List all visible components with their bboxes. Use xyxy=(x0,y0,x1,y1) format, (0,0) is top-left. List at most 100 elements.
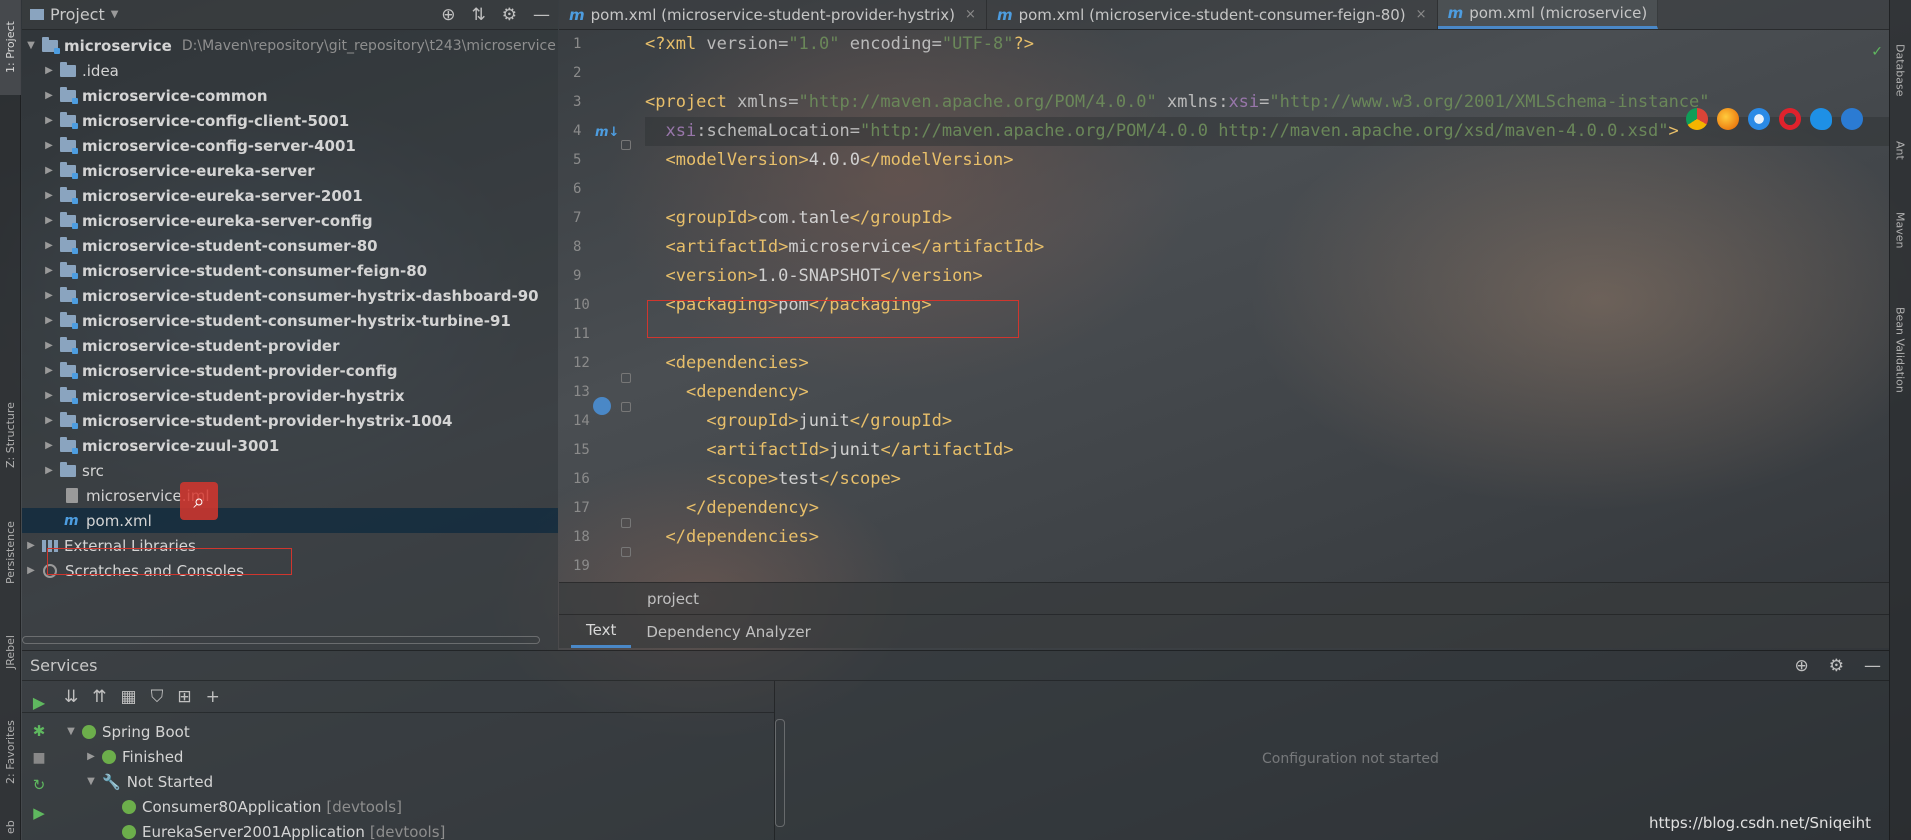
locate-icon[interactable]: ⊕ xyxy=(1795,656,1809,676)
expand-arrow-icon[interactable]: ▶ xyxy=(42,440,56,451)
expand-arrow-icon[interactable]: ▶ xyxy=(42,240,56,251)
tree-item[interactable]: ▶ microservice-student-consumer-hystrix-d… xyxy=(22,283,558,308)
expand-arrow-icon[interactable]: ▶ xyxy=(42,290,56,301)
expand-arrow-icon[interactable]: ▼ xyxy=(64,726,78,737)
expand-arrow-icon[interactable]: ▶ xyxy=(24,540,38,551)
expand-arrow-icon[interactable]: ▼ xyxy=(84,776,98,787)
fold-marker-icon[interactable] xyxy=(621,373,631,383)
fold-marker-icon[interactable] xyxy=(621,547,631,557)
tab-project-tool[interactable]: 1: Project xyxy=(0,0,21,95)
firefox-icon[interactable] xyxy=(1717,108,1739,130)
editor-tab[interactable]: m pom.xml (microservice-student-provider-… xyxy=(559,0,987,29)
tree-item[interactable]: ▶ microservice-eureka-server-config xyxy=(22,208,558,233)
breadcrumb[interactable]: project xyxy=(559,582,1889,614)
breadcrumb-item[interactable]: project xyxy=(647,590,699,608)
tree-item[interactable]: ▶ microservice-config-client-5001 xyxy=(22,108,558,133)
tree-item[interactable]: ▶ microservice-student-provider xyxy=(22,333,558,358)
tab-text[interactable]: Text xyxy=(571,615,632,648)
expand-arrow-icon[interactable]: ▼ xyxy=(24,40,38,51)
tab-structure-tool[interactable]: Z: Structure xyxy=(0,385,21,485)
tree-item[interactable]: ▶ microservice-common xyxy=(22,83,558,108)
expand-arrow-icon[interactable]: ▶ xyxy=(42,390,56,401)
tree-item[interactable]: ▶ microservice-eureka-server xyxy=(22,158,558,183)
tree-item[interactable]: ▶ microservice-eureka-server-2001 xyxy=(22,183,558,208)
service-group-finished[interactable]: ▶ Finished xyxy=(64,744,774,769)
expand-all-icon[interactable]: ⇊ xyxy=(64,687,78,707)
expand-arrow-icon[interactable]: ▶ xyxy=(42,415,56,426)
expand-arrow-icon[interactable]: ▶ xyxy=(42,265,56,276)
tree-item[interactable]: ▶ src xyxy=(22,458,558,483)
tree-item[interactable]: ▶ microservice-student-consumer-hystrix-t… xyxy=(22,308,558,333)
horizontal-scrollbar[interactable] xyxy=(22,636,540,644)
override-gutter-icon[interactable] xyxy=(593,397,611,415)
tree-item[interactable]: ▶ microservice-student-consumer-80 xyxy=(22,233,558,258)
tree-item[interactable]: ▶ microservice-student-provider-hystrix-1… xyxy=(22,408,558,433)
tab-bean-validation-tool[interactable]: Bean Validation xyxy=(1889,285,1911,415)
tree-item-pom[interactable]: m pom.xml xyxy=(22,508,558,533)
tree-item[interactable]: ▶ microservice-student-provider-config xyxy=(22,358,558,383)
expand-arrow-icon[interactable]: ▶ xyxy=(42,215,56,226)
gear-icon[interactable]: ⚙ xyxy=(1829,656,1844,676)
expand-arrow-icon[interactable]: ▶ xyxy=(42,165,56,176)
tree-item[interactable]: ▶ .idea xyxy=(22,58,558,83)
vertical-scrollbar[interactable] xyxy=(775,719,785,827)
expand-arrow-icon[interactable]: ▶ xyxy=(42,315,56,326)
expand-arrow-icon[interactable]: ▶ xyxy=(42,65,56,76)
opera-icon[interactable] xyxy=(1779,108,1801,130)
expand-arrow-icon[interactable]: ▶ xyxy=(24,565,38,576)
minimize-icon[interactable]: — xyxy=(533,5,550,25)
tree-item-iml[interactable]: microservice.iml xyxy=(22,483,558,508)
tab-dependency-analyzer[interactable]: Dependency Analyzer xyxy=(631,615,825,648)
rerun-icon[interactable]: ↻ xyxy=(33,776,46,794)
fold-marker-icon[interactable] xyxy=(621,518,631,528)
safari-icon[interactable] xyxy=(1748,108,1770,130)
tab-maven-tool[interactable]: Maven xyxy=(1889,195,1911,265)
tree-item[interactable]: ▶ microservice-student-consumer-feign-80 xyxy=(22,258,558,283)
debug-icon[interactable]: ✱ xyxy=(33,722,46,740)
stop-icon[interactable]: ■ xyxy=(32,750,45,766)
collapse-all-icon[interactable]: ⇅ xyxy=(472,5,486,25)
run-icon[interactable]: ▶ xyxy=(33,804,45,822)
run-icon[interactable]: ▶ xyxy=(33,693,45,712)
tree-item[interactable]: ▶ microservice-config-server-4001 xyxy=(22,133,558,158)
tab-web-tool[interactable]: eb xyxy=(0,815,21,840)
tree-item[interactable]: ▶ microservice-student-provider-hystrix xyxy=(22,383,558,408)
expand-arrow-icon[interactable]: ▶ xyxy=(42,465,56,476)
tab-database-tool[interactable]: Database xyxy=(1889,30,1911,110)
editor-tab[interactable]: m pom.xml (microservice-student-consumer-… xyxy=(987,0,1438,29)
expand-arrow-icon[interactable]: ▶ xyxy=(42,365,56,376)
search-icon[interactable]: ⌕ xyxy=(180,482,218,520)
close-icon[interactable]: × xyxy=(965,7,976,22)
service-consumer80[interactable]: Consumer80Application [devtools] xyxy=(64,794,774,819)
expand-arrow-icon[interactable]: ▶ xyxy=(42,115,56,126)
chrome-icon[interactable] xyxy=(1686,108,1708,130)
expand-arrow-icon[interactable]: ▶ xyxy=(42,140,56,151)
fold-marker-icon[interactable] xyxy=(621,140,631,150)
service-eureka2001[interactable]: EurekaServer2001Application [devtools] xyxy=(64,819,774,840)
code-area[interactable]: 1 2 3 4 5 6 7 8 9 10 11 12 13 14 15 16 17 18 19 m↓ <?xml v… xyxy=(559,30,1889,582)
add-service-icon[interactable]: + xyxy=(206,687,220,707)
tab-jrebel-tool[interactable]: JRebel xyxy=(0,620,21,685)
tree-root-microservice[interactable]: ▼ microservice D:\Maven\repository\git_r… xyxy=(22,33,558,58)
expand-arrow-icon[interactable]: ▶ xyxy=(42,190,56,201)
expand-arrow-icon[interactable]: ▶ xyxy=(42,90,56,101)
project-view-selector[interactable]: Project ▼ xyxy=(30,5,118,24)
group-by-icon[interactable]: ▦ xyxy=(121,687,137,707)
locate-icon[interactable]: ⊕ xyxy=(441,5,455,25)
new-tab-icon[interactable]: ⊞ xyxy=(177,687,191,707)
close-icon[interactable]: × xyxy=(1416,7,1427,22)
expand-arrow-icon[interactable]: ▶ xyxy=(42,340,56,351)
tab-favorites-tool[interactable]: 2: Favorites xyxy=(0,705,21,800)
tab-ant-tool[interactable]: Ant xyxy=(1889,125,1911,175)
maven-gutter-icon[interactable]: m↓ xyxy=(595,125,619,140)
tree-item[interactable]: ▶ microservice-zuul-3001 xyxy=(22,433,558,458)
edge-icon[interactable] xyxy=(1841,108,1863,130)
ie-icon[interactable] xyxy=(1810,108,1832,130)
minimize-icon[interactable]: — xyxy=(1864,656,1881,676)
collapse-all-icon[interactable]: ⇈ xyxy=(92,687,106,707)
fold-marker-icon[interactable] xyxy=(621,402,631,412)
service-group-not-started[interactable]: ▼ 🔧 Not Started xyxy=(64,769,774,794)
editor-tab[interactable]: m pom.xml (microservice) xyxy=(1437,0,1659,29)
expand-arrow-icon[interactable]: ▶ xyxy=(84,751,98,762)
gear-icon[interactable]: ⚙ xyxy=(502,5,517,25)
